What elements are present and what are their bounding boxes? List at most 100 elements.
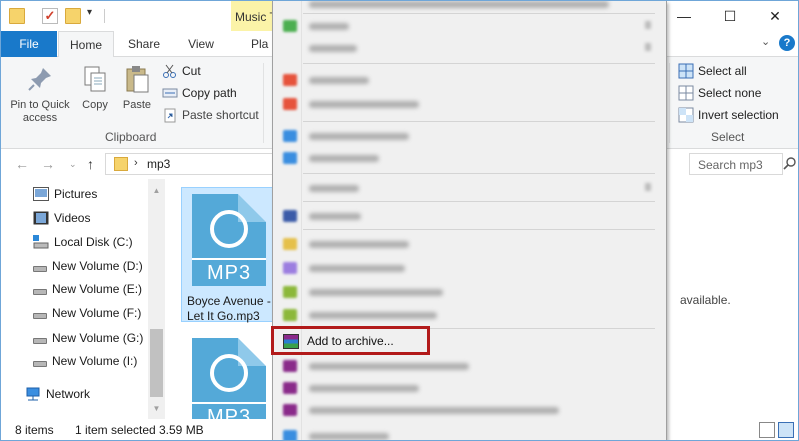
address-bar[interactable]: › mp3 xyxy=(105,153,275,175)
maximize-button[interactable]: ☐ xyxy=(707,1,753,31)
new-folder-icon[interactable] xyxy=(65,8,81,24)
nav-item-videos[interactable]: Videos xyxy=(33,208,90,228)
menu-item[interactable] xyxy=(273,15,666,37)
paste-shortcut-button[interactable]: Paste shortcut xyxy=(162,107,259,123)
nav-item-network[interactable]: Network xyxy=(25,384,90,404)
app-icon xyxy=(283,152,297,164)
music-tools-tab[interactable]: Music T xyxy=(231,1,275,31)
nav-item-label: Pictures xyxy=(54,187,98,201)
menu-item[interactable] xyxy=(273,425,666,440)
nav-scrollbar[interactable]: ▲ ▼ xyxy=(148,179,165,419)
preview-message: available. xyxy=(680,293,731,307)
film-reel-icon xyxy=(210,354,248,392)
pin-label: Pin to Quick access xyxy=(10,99,70,124)
pin-to-quick-access-button[interactable]: Pin to Quick access xyxy=(5,63,75,125)
item-count: 8 items xyxy=(15,423,54,437)
selection-size: 3.59 MB xyxy=(159,423,204,437)
nav-item-label: New Volume (G:) xyxy=(52,331,144,345)
close-button[interactable]: ✕ xyxy=(752,1,798,31)
menu-item[interactable] xyxy=(273,355,666,377)
menu-item-blurred xyxy=(309,363,469,370)
menu-item[interactable] xyxy=(273,93,666,115)
menu-item[interactable] xyxy=(273,281,666,303)
search-input[interactable]: Search mp3 xyxy=(689,153,783,175)
chevron-right-icon[interactable]: › xyxy=(134,157,138,169)
up-arrow-icon[interactable]: ↑ xyxy=(87,156,94,172)
minimize-button[interactable]: — xyxy=(661,1,707,31)
menu-item[interactable] xyxy=(273,37,666,59)
tab-file[interactable]: File xyxy=(1,31,57,57)
select-all-label: Select all xyxy=(698,64,747,78)
menu-separator xyxy=(303,121,655,122)
nav-item-new-volume-i[interactable]: New Volume (I:) xyxy=(33,351,137,371)
forward-arrow-icon[interactable]: → xyxy=(41,156,55,172)
help-icon[interactable]: ? xyxy=(779,35,795,51)
copy-button[interactable]: Copy xyxy=(77,63,113,112)
invert-selection-button[interactable]: Invert selection xyxy=(678,107,779,123)
menu-item[interactable] xyxy=(273,233,666,255)
submenu-arrow-icon xyxy=(645,183,651,191)
menu-item[interactable] xyxy=(273,147,666,169)
app-icon xyxy=(283,98,297,110)
file-name-line: Boyce Avenue - xyxy=(187,294,271,308)
file-name-line: Let It Go.mp3 xyxy=(187,309,260,323)
menu-item[interactable] xyxy=(273,399,666,421)
tab-home[interactable]: Home xyxy=(58,31,114,58)
customize-toolbar-icon[interactable]: ▾ xyxy=(87,7,92,18)
tab-view[interactable]: View xyxy=(177,31,225,57)
invert-selection-icon xyxy=(678,107,694,123)
select-none-label: Select none xyxy=(698,86,762,100)
menu-separator xyxy=(303,229,655,230)
nav-item-label: New Volume (E:) xyxy=(52,282,143,296)
tab-share[interactable]: Share xyxy=(119,31,169,57)
scroll-down-icon[interactable]: ▼ xyxy=(148,401,165,417)
collapse-ribbon-icon[interactable]: ⌄ xyxy=(761,35,770,48)
nav-item-new-volume-e[interactable]: New Volume (E:) xyxy=(33,279,142,299)
folder-icon xyxy=(9,8,25,24)
select-none-button[interactable]: Select none xyxy=(678,85,761,101)
paste-icon xyxy=(121,63,153,95)
cut-button[interactable]: Cut xyxy=(162,63,201,79)
menu-item-blurred xyxy=(309,155,379,162)
file-name: Boyce Avenue - Let It Go.mp3 xyxy=(187,294,275,324)
scrollbar-thumb[interactable] xyxy=(150,329,163,397)
copy-path-icon xyxy=(162,85,178,101)
system-drive-icon xyxy=(33,235,49,249)
menu-item[interactable] xyxy=(273,69,666,91)
scroll-up-icon[interactable]: ▲ xyxy=(148,183,165,199)
search-icon[interactable] xyxy=(783,153,797,175)
copy-path-button[interactable]: Copy path xyxy=(162,85,237,101)
nav-item-label: Network xyxy=(46,387,91,401)
winrar-icon xyxy=(283,360,297,372)
nav-item-pictures[interactable]: Pictures xyxy=(33,184,97,204)
menu-item-blurred xyxy=(309,213,361,220)
nav-item-label: Local Disk (C:) xyxy=(54,235,133,249)
recent-locations-icon[interactable]: ⌄ xyxy=(69,159,77,170)
back-arrow-icon[interactable]: ← xyxy=(15,156,29,172)
select-all-button[interactable]: Select all xyxy=(678,63,747,79)
drive-icon xyxy=(33,313,47,319)
paste-button[interactable]: Paste xyxy=(119,63,155,112)
properties-icon[interactable]: ✓ xyxy=(42,8,58,24)
file-tile-selected[interactable]: MP3 Boyce Avenue - Let It Go.mp3 xyxy=(181,187,277,324)
menu-item-blurred xyxy=(309,133,409,140)
address-path: mp3 xyxy=(147,157,171,171)
group-divider xyxy=(669,63,670,143)
file-tile[interactable]: MP3 xyxy=(181,337,277,428)
group-divider xyxy=(263,63,264,143)
large-icons-view-icon[interactable] xyxy=(778,422,794,438)
app-icon xyxy=(283,262,297,274)
details-view-icon[interactable] xyxy=(759,422,775,438)
nav-item-local-disk-c[interactable]: Local Disk (C:) xyxy=(33,232,133,252)
copy-label: Copy xyxy=(82,99,108,111)
pin-icon xyxy=(24,63,56,95)
menu-item[interactable] xyxy=(273,205,666,227)
nav-item-new-volume-d[interactable]: New Volume (D:) xyxy=(33,256,143,276)
menu-item[interactable] xyxy=(273,125,666,147)
menu-item[interactable] xyxy=(273,177,666,199)
menu-item[interactable] xyxy=(273,377,666,399)
nav-item-new-volume-g[interactable]: New Volume (G:) xyxy=(33,328,143,348)
menu-item[interactable] xyxy=(273,304,666,326)
menu-item[interactable] xyxy=(273,257,666,279)
nav-item-new-volume-f[interactable]: New Volume (F:) xyxy=(33,303,141,323)
